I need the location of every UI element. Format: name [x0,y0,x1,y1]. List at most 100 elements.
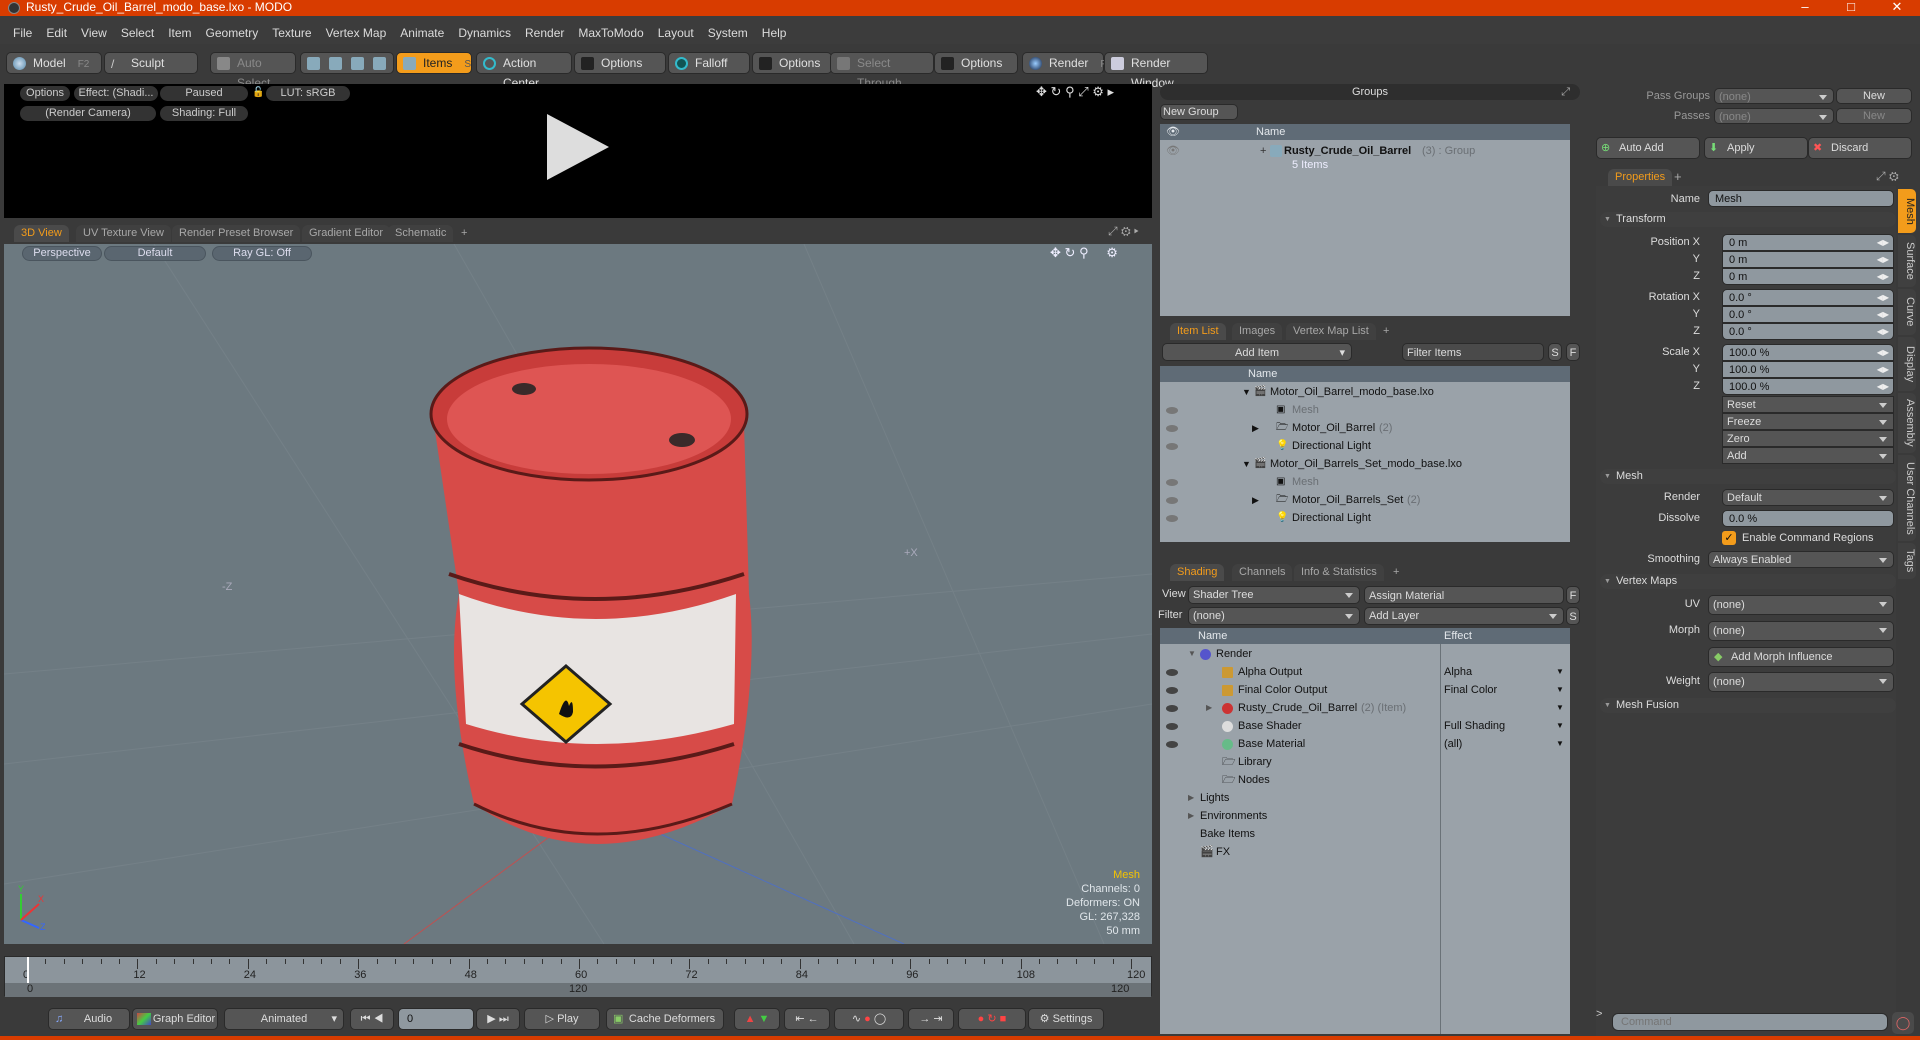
animated-dropdown[interactable]: Animated ▾ [224,1008,344,1030]
item-row[interactable]: ▣ Mesh [1160,473,1570,491]
position-y-field[interactable]: 0 m ◀▶ [1722,251,1894,268]
go-end-icon[interactable]: ⏭ [499,1013,509,1025]
minimize-button[interactable]: – [1782,0,1828,16]
zoom-icon[interactable]: ⚲ [1065,84,1075,99]
effect-dropdown-icon[interactable]: ▼ [1556,735,1564,753]
expand-arrow-icon[interactable]: ▼ [1188,645,1196,663]
vertices-mode-icon[interactable] [307,57,320,70]
last-key-icon[interactable]: ⇥ [933,1013,942,1025]
timeline-ruler[interactable]: 01224364860728496108120 [5,957,1151,983]
side-tab-display[interactable]: Display [1898,337,1916,391]
filter-items-input[interactable]: Filter Items [1402,343,1544,361]
layer-effect[interactable]: Alpha [1444,663,1472,681]
rotation-x-field[interactable]: 0.0 ° ◀▶ [1722,289,1894,306]
menu-view[interactable]: View [81,26,107,40]
falloff-button[interactable]: Falloff [668,52,750,74]
layer-effect[interactable]: Final Color [1444,681,1497,699]
raygl-toggle[interactable]: Ray GL: Off [212,246,312,261]
expand-arrow-icon[interactable]: ▶ [1252,419,1259,437]
visibility-eye-icon[interactable] [1166,723,1178,730]
menu-help[interactable]: Help [762,26,787,40]
oil-barrel-mesh[interactable] [429,346,752,844]
shader-row[interactable]: ▶ Lights [1160,789,1570,807]
auto-key-icon[interactable]: ◯ [874,1013,886,1025]
menu-geometry[interactable]: Geometry [206,26,259,40]
shader-row[interactable]: Bake Items [1160,825,1570,843]
key-cycle-icon[interactable]: ↻ [987,1013,996,1025]
current-frame-input[interactable]: 0 [398,1008,474,1030]
expand-arrow-icon[interactable]: ▼ [1242,455,1251,473]
command-input[interactable] [1612,1013,1888,1031]
render-button[interactable]: RenderF9 [1022,52,1112,74]
mesh-section[interactable]: Mesh [1600,469,1896,484]
menu-animate[interactable]: Animate [400,26,444,40]
tab-3d-view[interactable]: 3D View [14,225,69,242]
prev-keyframe-buttons[interactable]: ⇤ ← [784,1008,830,1030]
menu-item[interactable]: Item [168,26,191,40]
shader-row[interactable]: 🗁 Library [1160,753,1570,771]
prev-key-icon[interactable]: ◀ [374,1013,384,1025]
visibility-eye-icon[interactable] [1166,741,1178,748]
lut-dropdown[interactable]: LUT: sRGB [266,86,350,101]
rotate-icon[interactable]: ↻ [1051,84,1062,99]
record-buttons[interactable]: ∿ ● ◯ [834,1008,904,1030]
scale-x-field[interactable]: 100.0 % ◀▶ [1722,344,1894,361]
new-pass-button[interactable]: New [1836,108,1912,124]
expand-icon[interactable]: + [1260,142,1266,160]
menu-file[interactable]: File [13,26,32,40]
drag-arrows-icon[interactable]: ◀▶ [1877,307,1889,323]
3d-viewport[interactable]: +X -Z Y X Z Perspective Default Ray GL: Of… [4,244,1152,944]
falloff-options-button[interactable]: Options [752,52,832,74]
side-tab-assembly[interactable]: Assembly [1898,393,1916,453]
prev-keyframe-icon[interactable]: ← [808,1013,819,1025]
layer-effect[interactable]: (all) [1444,735,1462,753]
settings-button[interactable]: ⚙ Settings [1028,1008,1104,1030]
maximize-icon[interactable]: ⤢ [1078,84,1088,99]
add-tab-button[interactable]: + [1386,564,1406,581]
pass-groups-dropdown[interactable]: (none) [1714,88,1834,104]
rotation-y-field[interactable]: 0.0 ° ◀▶ [1722,306,1894,323]
auto-add-button[interactable]: ⊕ Auto Add [1596,137,1700,159]
side-tab-curve[interactable]: Curve [1898,289,1916,335]
tab-channels[interactable]: Channels [1232,564,1293,581]
add-tab-button[interactable]: + [1376,323,1396,340]
f-button[interactable]: F [1566,343,1580,361]
next-keyframe-buttons[interactable]: → ⇥ [908,1008,954,1030]
drag-arrows-icon[interactable]: ◀▶ [1877,345,1889,361]
item-row[interactable]: 💡 Directional Light [1160,437,1570,455]
tab-uv-texture-view[interactable]: UV Texture View [76,225,171,242]
visibility-eye-icon[interactable] [1166,515,1178,522]
new-group-button[interactable]: New Group [1160,104,1238,120]
shader-row[interactable]: ▶ Environments [1160,807,1570,825]
position-z-field[interactable]: 0 m ◀▶ [1722,268,1894,285]
assign-material-button[interactable]: Assign Material [1364,586,1564,604]
transform-freeze-dropdown[interactable]: Freeze [1722,413,1894,430]
visibility-eye-icon[interactable] [1166,687,1178,694]
menu-dynamics[interactable]: Dynamics [458,26,511,40]
item-name-field[interactable]: Mesh [1708,190,1894,207]
scale-z-field[interactable]: 100.0 % ◀▶ [1722,378,1894,395]
menu-texture[interactable]: Texture [272,26,311,40]
model-mode-button[interactable]: Model F2 [6,52,102,74]
graph-editor-button[interactable]: Graph Editor [132,1008,218,1030]
visibility-eye-icon[interactable] [1166,443,1178,450]
shader-row[interactable]: Base Shader Full Shading ▼ [1160,717,1570,735]
effect-dropdown[interactable]: Effect: (Shadi... [74,86,158,101]
transform-add-dropdown[interactable]: Add [1722,447,1894,464]
tab-info-statistics[interactable]: Info & Statistics [1294,564,1384,581]
playhead[interactable] [27,957,29,983]
drag-arrows-icon[interactable]: ◀▶ [1877,324,1889,340]
item-row[interactable]: ▣ Mesh [1160,401,1570,419]
position-x-field[interactable]: 0 m ◀▶ [1722,234,1894,251]
expand-arrow-icon[interactable]: ▼ [1242,383,1251,401]
tab-properties[interactable]: Properties [1608,169,1673,186]
item-row[interactable]: ▶ 🗁 Motor_Oil_Barrels_Set (2) [1160,491,1570,509]
items-mode-button[interactable]: Items S [396,52,472,74]
item-row[interactable]: 💡 Directional Light [1160,509,1570,527]
scale-y-field[interactable]: 100.0 % ◀▶ [1722,361,1894,378]
drag-arrows-icon[interactable]: ◀▶ [1877,362,1889,378]
menu-edit[interactable]: Edit [46,26,67,40]
render-window-button[interactable]: Render Window [1104,52,1208,90]
dissolve-field[interactable]: 0.0 % [1722,510,1894,527]
maximize-icon[interactable]: ⤢ [1108,224,1118,238]
